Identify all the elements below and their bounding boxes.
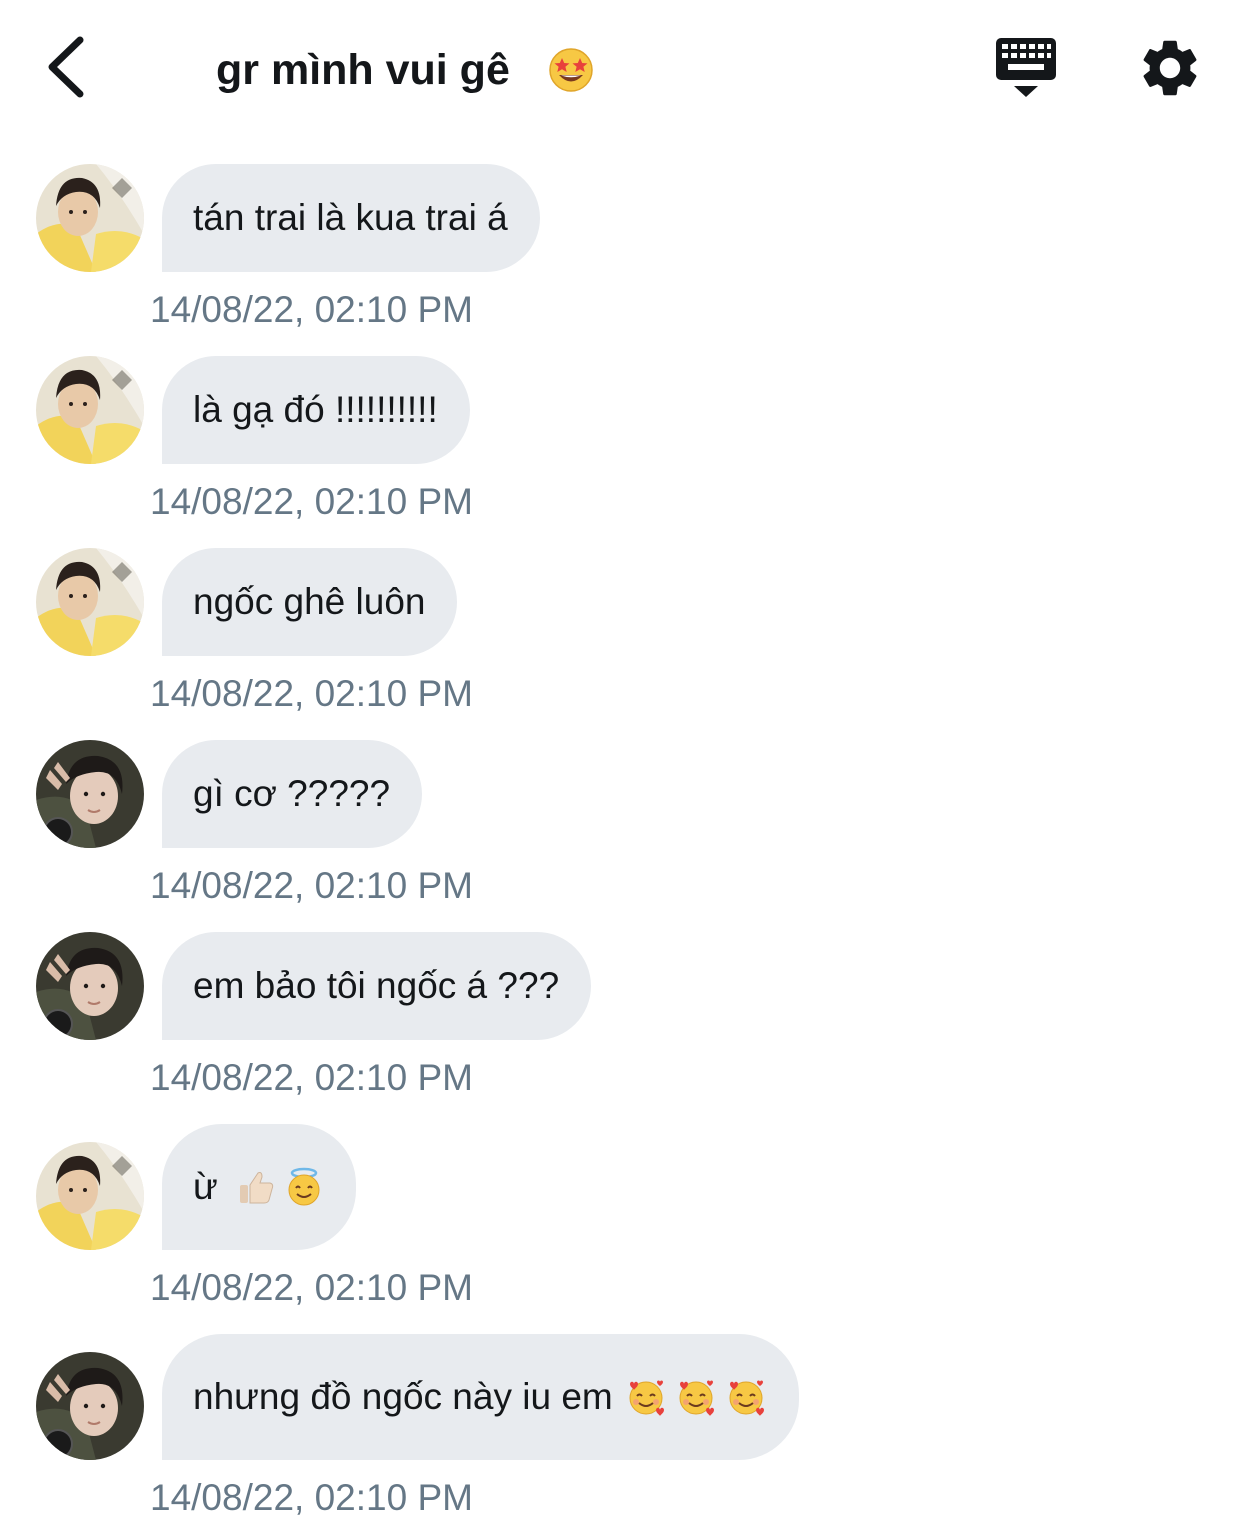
avatar[interactable] <box>36 356 144 464</box>
message-text: là gạ đó !!!!!!!!!! <box>193 389 438 430</box>
avatar[interactable] <box>36 932 144 1040</box>
message-timestamp: 14/08/22, 02:10 PM <box>150 1477 473 1518</box>
smiling-hearts-emoji <box>629 1380 664 1416</box>
gear-icon <box>1143 40 1197 96</box>
avatar[interactable] <box>36 1142 144 1250</box>
message-bubble[interactable]: em bảo tôi ngốc á ??? <box>162 932 592 1040</box>
message-timestamp: 14/08/22, 02:10 PM <box>150 1057 473 1098</box>
message-text: ngốc ghê luôn <box>193 581 426 622</box>
message-bubble[interactable]: nhưng đồ ngốc này iu em <box>162 1334 799 1460</box>
avatar[interactable] <box>36 740 144 848</box>
thumbs-up-emoji <box>239 1172 273 1204</box>
message-timestamp: 14/08/22, 02:10 PM <box>150 1267 473 1308</box>
message-row: ngốc ghê luôn 14/08/22, 02:10 PM <box>0 548 1242 740</box>
message-text: ừ <box>193 1166 218 1207</box>
conversation-title: gr mình vui gê <box>216 46 510 94</box>
avatar[interactable] <box>36 548 144 656</box>
message-row: là gạ đó !!!!!!!!!! 14/08/22, 02:10 PM <box>0 356 1242 548</box>
message-bubble[interactable]: gì cơ ????? <box>162 740 423 848</box>
halo-face-emoji <box>288 1167 320 1206</box>
avatar[interactable] <box>36 1352 144 1460</box>
message-row: gì cơ ????? 14/08/22, 02:10 PM <box>0 740 1242 932</box>
message-row: em bảo tôi ngốc á ??? 14/08/22, 02:10 PM <box>0 932 1242 1124</box>
message-bubble[interactable]: ừ <box>162 1124 356 1250</box>
message-bubble[interactable]: ngốc ghê luôn <box>162 548 458 656</box>
chat-header: gr mình vui gê <box>0 0 1242 130</box>
star-struck-emoji <box>549 48 593 92</box>
message-text: em bảo tôi ngốc á ??? <box>193 965 560 1006</box>
chevron-left-icon <box>48 36 84 98</box>
back-button[interactable] <box>30 22 110 112</box>
message-row: nhưng đồ ngốc này iu em 14/08/22, 02:10 … <box>0 1334 1242 1526</box>
message-text: gì cơ ????? <box>193 773 391 814</box>
smiling-hearts-emoji <box>679 1380 714 1416</box>
message-bubble[interactable]: tán trai là kua trai á <box>162 164 540 272</box>
settings-button[interactable] <box>1136 34 1204 102</box>
message-text: nhưng đồ ngốc này iu em <box>193 1376 613 1417</box>
message-timestamp: 14/08/22, 02:10 PM <box>150 673 473 714</box>
message-timestamp: 14/08/22, 02:10 PM <box>150 481 473 522</box>
message-timestamp: 14/08/22, 02:10 PM <box>150 865 473 906</box>
message-text: tán trai là kua trai á <box>193 197 508 238</box>
keyboard-toggle-button[interactable] <box>990 34 1062 104</box>
message-timestamp: 14/08/22, 02:10 PM <box>150 289 473 330</box>
avatar[interactable] <box>36 164 144 272</box>
message-bubble[interactable]: là gạ đó !!!!!!!!!! <box>162 356 470 464</box>
keyboard-dismiss-icon <box>996 38 1056 97</box>
smiling-hearts-emoji <box>729 1380 764 1416</box>
message-row: tán trai là kua trai á 14/08/22, 02:10 P… <box>0 164 1242 356</box>
message-row: ừ 14/08/22, 02:10 PM <box>0 1124 1242 1316</box>
